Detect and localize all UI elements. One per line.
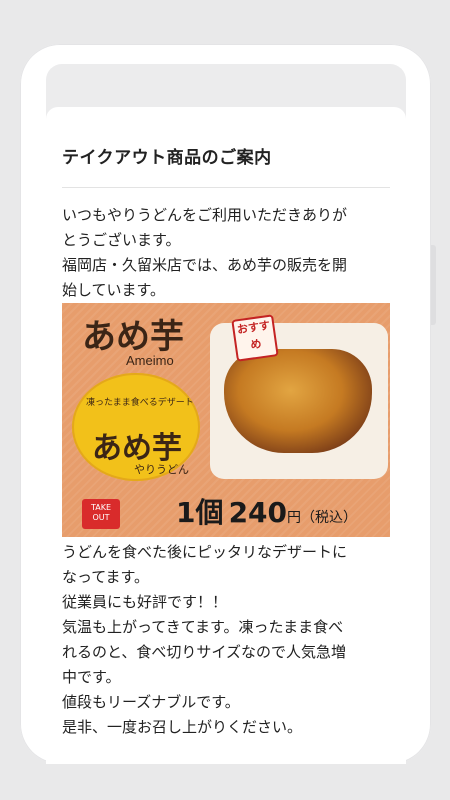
body-line: 値段もリーズナブルです。 <box>62 693 240 711</box>
body-line: なってます。 <box>62 568 150 586</box>
price-tax: （税込） <box>301 510 358 526</box>
body-line: 従業員にも好評です！！ <box>62 593 228 611</box>
promo-romaji: Ameimo <box>126 353 174 368</box>
body-line: うどんを食べた後にピッタリなデザートに <box>62 543 348 561</box>
info-card: テイクアウト商品のご案内 いつもやりうどんをご利用いただきありが とうございます… <box>46 107 406 764</box>
badge-tagline: 凍ったまま食べるデザート <box>86 398 194 408</box>
price-unit: 円 <box>287 510 302 526</box>
intro-line: 始しています。 <box>62 281 166 299</box>
divider <box>62 187 390 188</box>
body-line: れるのと、食べ切りサイズなので人気急増 <box>62 643 346 661</box>
promo-image: あめ芋 Ameimo 凍ったまま食べるデザート あめ芋 やりうどん おすすめ T… <box>62 303 390 537</box>
price-value: 240 <box>228 496 288 529</box>
body-line: 気温も上がってきてます。凍ったまま食べ <box>62 618 344 636</box>
price-count: 1個 <box>176 496 224 529</box>
phone-frame: テイクアウト商品のご案内 いつもやりうどんをご利用いただきありが とうございます… <box>20 44 431 764</box>
promo-title: あめ芋 <box>82 317 184 357</box>
body-paragraph: うどんを食べた後にピッタリなデザートに なってます。 従業員にも好評です！！ 気… <box>62 540 392 740</box>
price-label: 1個 240円（税込） <box>176 491 357 531</box>
badge-brand: やりうどん <box>134 463 189 476</box>
intro-line: いつもやりうどんをご利用いただきありが <box>62 206 348 224</box>
card-title: テイクアウト商品のご案内 <box>62 148 272 168</box>
phone-side-button <box>431 245 436 325</box>
product-badge: 凍ったまま食べるデザート あめ芋 やりうどん <box>72 373 200 481</box>
body-line: 是非、一度お召し上がりください。 <box>62 718 303 736</box>
intro-paragraph: いつもやりうどんをご利用いただきありが とうございます。 福岡店・久留米店では、… <box>62 203 392 303</box>
intro-line: とうございます。 <box>62 231 181 249</box>
app-screen: テイクアウト商品のご案内 いつもやりうどんをご利用いただきありが とうございます… <box>46 64 406 764</box>
intro-line: 福岡店・久留米店では、あめ芋の販売を開 <box>62 256 348 274</box>
body-line: 中です。 <box>62 668 121 686</box>
recommend-stamp: おすすめ <box>231 314 279 362</box>
sweet-potato-bowl <box>224 349 372 453</box>
takeout-bag-icon: TAKE OUT <box>82 499 120 529</box>
